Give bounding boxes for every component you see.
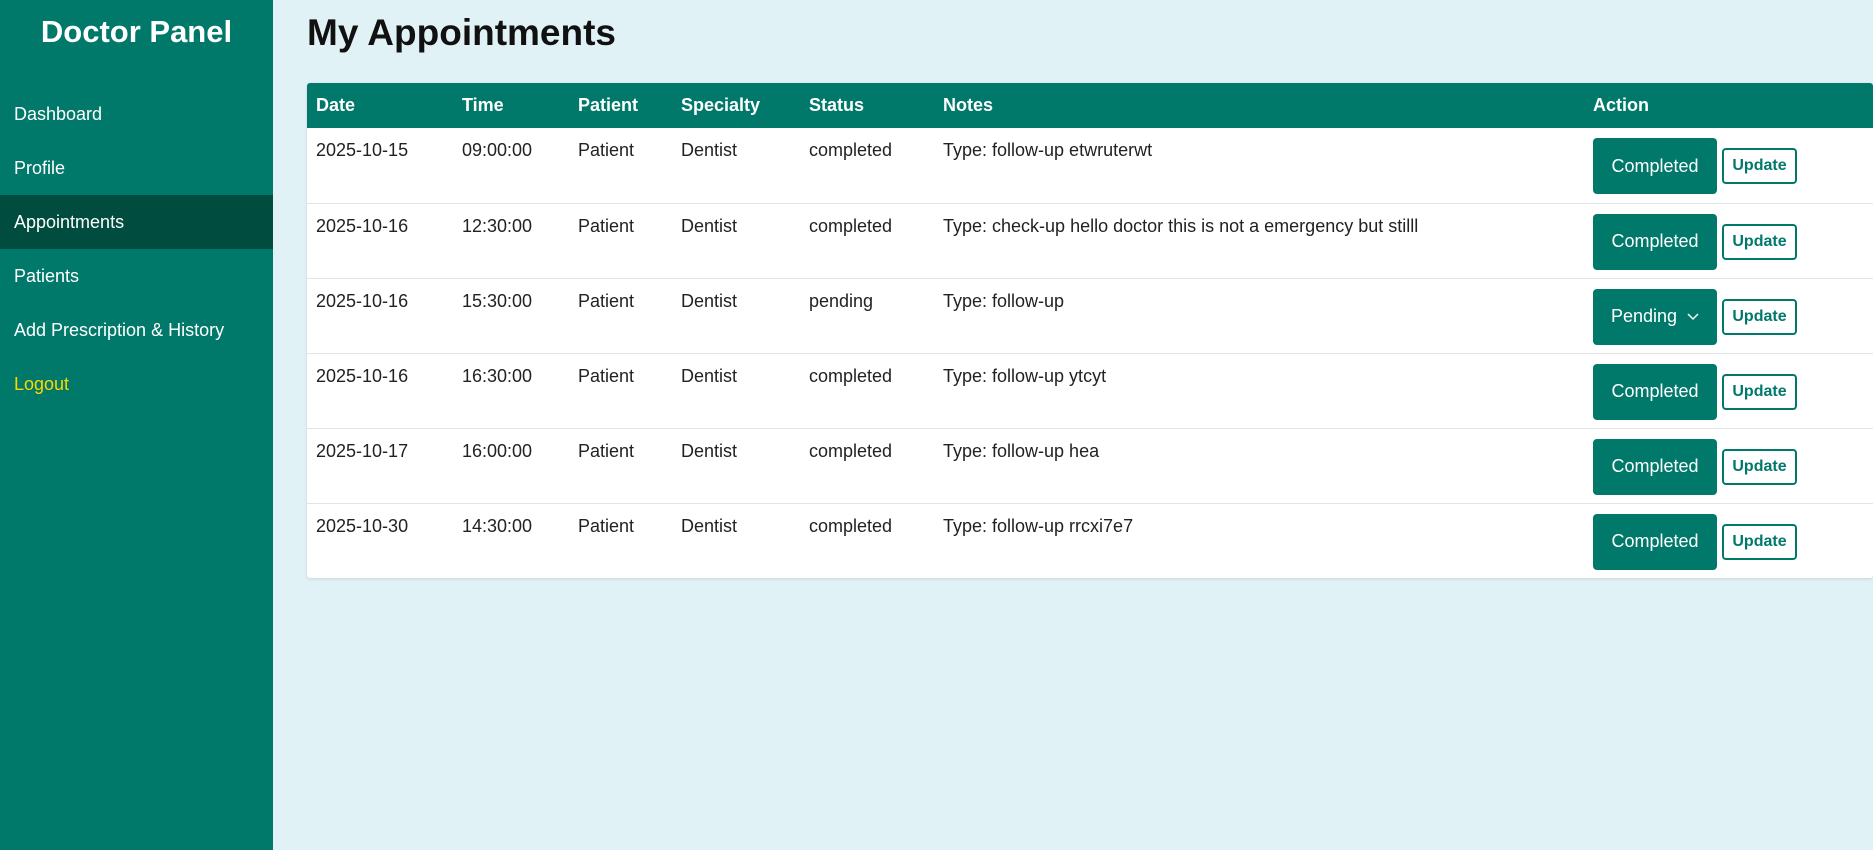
cell-status: completed xyxy=(809,365,893,386)
action-group: Completed Update xyxy=(1593,213,1873,270)
cell-patient: Patient xyxy=(578,290,635,311)
cell-patient: Patient xyxy=(578,140,635,160)
cell-date: 2025-10-15 xyxy=(316,140,409,160)
sidebar-item-dashboard[interactable]: Dashboard xyxy=(0,87,273,141)
cell-status: completed xyxy=(809,515,893,536)
table-row: 2025-10-17 16:00:00 Patient Dentist comp… xyxy=(307,428,1873,503)
page-title: My Appointments xyxy=(307,12,617,53)
cell-patient: Patient xyxy=(578,365,635,386)
update-button[interactable]: Update xyxy=(1722,148,1797,184)
cell-notes: Type: follow-up xyxy=(943,290,1065,311)
appointments-table: Date Time Patient Specialty Status Notes… xyxy=(307,83,1873,578)
update-button[interactable]: Update xyxy=(1722,448,1797,485)
sidebar-item-patients[interactable]: Patients xyxy=(0,249,273,303)
status-select[interactable]: Pending xyxy=(1593,288,1717,345)
column-header-status: Status xyxy=(809,95,865,115)
update-button[interactable]: Update xyxy=(1722,523,1797,560)
status-select-value: Pending xyxy=(1610,306,1678,326)
cell-specialty: Dentist xyxy=(681,215,738,236)
cell-notes: Type: follow-up etwruterwt xyxy=(943,140,1153,160)
table-header-row: Date Time Patient Specialty Status Notes… xyxy=(307,83,1873,128)
cell-time: 12:30:00 xyxy=(462,215,533,236)
table-row: 2025-10-16 12:30:00 Patient Dentist comp… xyxy=(307,203,1873,278)
cell-time: 16:30:00 xyxy=(462,365,533,386)
cell-date: 2025-10-16 xyxy=(316,215,409,236)
status-select-value: Completed xyxy=(1611,231,1699,251)
cell-time: 15:30:00 xyxy=(462,290,533,311)
sidebar-item-profile[interactable]: Profile xyxy=(0,141,273,195)
cell-patient: Patient xyxy=(578,440,635,461)
sidebar: Doctor Panel Dashboard Profile Appointme… xyxy=(0,0,273,850)
cell-notes: Type: follow-up rrcxi7e7 xyxy=(943,515,1134,536)
status-select-value: Completed xyxy=(1611,531,1699,551)
cell-specialty: Dentist xyxy=(681,515,738,536)
table-row: 2025-10-16 16:30:00 Patient Dentist comp… xyxy=(307,353,1873,428)
cell-specialty: Dentist xyxy=(681,140,738,160)
sidebar-nav: Dashboard Profile Appointments Patients … xyxy=(0,87,273,411)
column-header-date: Date xyxy=(316,95,356,115)
cell-specialty: Dentist xyxy=(681,440,738,461)
update-button[interactable]: Update xyxy=(1722,223,1797,260)
status-select[interactable]: Completed xyxy=(1593,363,1717,420)
cell-patient: Patient xyxy=(578,515,635,536)
action-group: Completed Update xyxy=(1593,513,1873,570)
cell-patient: Patient xyxy=(578,215,635,236)
cell-notes: Type: follow-up hea xyxy=(943,440,1100,461)
cell-date: 2025-10-30 xyxy=(316,515,409,536)
status-select-value: Completed xyxy=(1611,381,1699,401)
status-select[interactable]: Completed xyxy=(1593,438,1717,495)
update-button[interactable]: Update xyxy=(1722,373,1797,410)
cell-action: Completed Update xyxy=(1584,428,1873,503)
sidebar-item-logout[interactable]: Logout xyxy=(0,357,273,411)
appointments-table-container: Date Time Patient Specialty Status Notes… xyxy=(307,83,1873,578)
column-header-action: Action xyxy=(1593,95,1649,115)
cell-date: 2025-10-16 xyxy=(316,365,409,386)
cell-status: completed xyxy=(809,440,893,461)
cell-action: Completed Update xyxy=(1584,128,1873,203)
column-header-notes: Notes xyxy=(943,95,994,115)
update-button[interactable]: Update xyxy=(1722,298,1797,335)
action-group: Completed Update xyxy=(1593,138,1873,194)
sidebar-title: Doctor Panel xyxy=(40,14,233,49)
status-select[interactable]: Completed xyxy=(1593,213,1717,270)
cell-date: 2025-10-16 xyxy=(316,290,409,311)
table-row: 2025-10-15 09:00:00 Patient Dentist comp… xyxy=(307,128,1873,203)
status-select-value: Completed xyxy=(1611,456,1699,476)
action-group: Completed Update xyxy=(1593,363,1873,420)
action-group: Pending Update xyxy=(1593,288,1873,345)
cell-notes: Type: check-up hello doctor this is not … xyxy=(943,215,1419,236)
action-group: Completed Update xyxy=(1593,438,1873,495)
cell-time: 16:00:00 xyxy=(462,440,533,461)
cell-status: completed xyxy=(809,140,893,160)
sidebar-item-appointments[interactable]: Appointments xyxy=(0,195,273,249)
status-select[interactable]: Completed xyxy=(1593,513,1717,570)
cell-notes: Type: follow-up ytcyt xyxy=(943,365,1107,386)
sidebar-item-add-prescription[interactable]: Add Prescription & History xyxy=(0,303,273,357)
cell-status: completed xyxy=(809,215,893,236)
cell-specialty: Dentist xyxy=(681,365,738,386)
chevron-down-icon xyxy=(1687,310,1699,324)
column-header-specialty: Specialty xyxy=(681,95,761,115)
cell-time: 14:30:00 xyxy=(462,515,533,536)
table-row: 2025-10-16 15:30:00 Patient Dentist pend… xyxy=(307,278,1873,353)
cell-action: Completed Update xyxy=(1584,503,1873,578)
table-row: 2025-10-30 14:30:00 Patient Dentist comp… xyxy=(307,503,1873,578)
column-header-time: Time xyxy=(462,95,504,115)
cell-specialty: Dentist xyxy=(681,290,738,311)
column-header-patient: Patient xyxy=(578,95,639,115)
cell-action: Completed Update xyxy=(1584,353,1873,428)
cell-date: 2025-10-17 xyxy=(316,440,409,461)
cell-action: Completed Update xyxy=(1584,203,1873,278)
cell-status: pending xyxy=(809,290,874,311)
status-select[interactable]: Completed xyxy=(1593,138,1717,194)
main-content: My Appointments Date Time Patient Specia… xyxy=(273,0,1873,850)
status-select-value: Completed xyxy=(1611,155,1699,176)
cell-time: 09:00:00 xyxy=(462,140,533,160)
cell-action: Pending Update xyxy=(1584,278,1873,353)
